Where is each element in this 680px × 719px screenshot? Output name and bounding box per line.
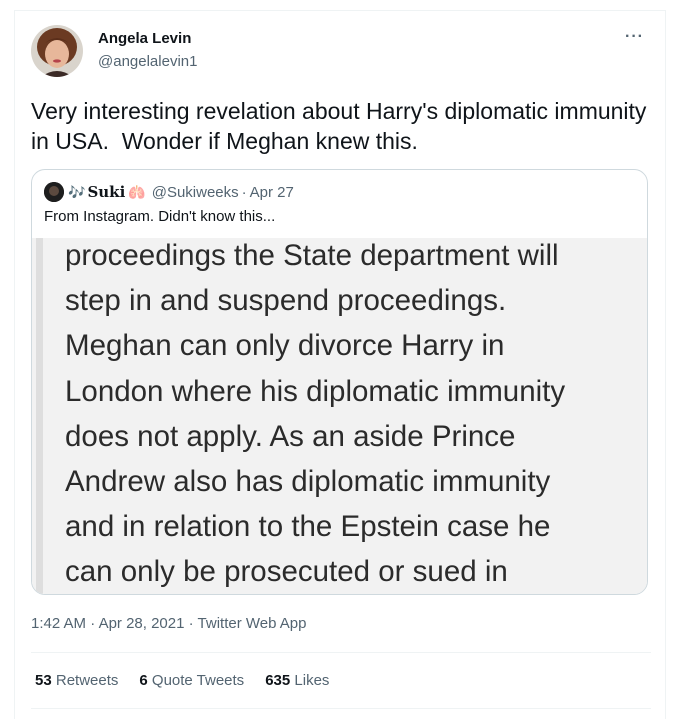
- quoted-avatar[interactable]: [44, 182, 64, 202]
- likes-label: Likes: [294, 672, 330, 689]
- quoted-author-name[interactable]: Suki: [87, 183, 125, 201]
- lungs-icon: 🫁: [128, 183, 146, 200]
- image-text-line: step in and suspend proceedings.: [65, 284, 507, 318]
- image-text-line: Andrew also has diplomatic immunity: [65, 465, 551, 499]
- avatar[interactable]: [31, 25, 83, 77]
- quote-tweets-stat[interactable]: 6 Quote Tweets: [139, 672, 244, 689]
- quoted-tweet[interactable]: 🎶 Suki 🫁 @Sukiweeks · Apr 27 From Instag…: [31, 169, 648, 595]
- author-name[interactable]: Angela Levin: [98, 30, 191, 47]
- author-handle[interactable]: @angelalevin1: [98, 53, 197, 70]
- meta-separator: ·: [86, 615, 99, 632]
- quoted-avatar-image: [44, 182, 64, 202]
- image-text-block: proceedings the State department will st…: [65, 238, 635, 594]
- tweet-date-link[interactable]: Apr 28, 2021: [99, 615, 185, 632]
- likes-stat[interactable]: 635 Likes: [265, 672, 329, 689]
- quoted-date[interactable]: Apr 27: [250, 184, 294, 201]
- tweet-timestamp: 1:42 AM · Apr 28, 2021 · Twitter Web App: [31, 615, 306, 632]
- divider: [31, 708, 651, 709]
- tweet-time-link[interactable]: 1:42 AM: [31, 615, 86, 632]
- meta-separator: ·: [184, 615, 198, 632]
- image-text-line: proceedings the State department will: [65, 239, 559, 272]
- tweet-card: Angela Levin @angelalevin1 ··· Very inte…: [14, 10, 666, 719]
- quoted-image[interactable]: proceedings the State department will st…: [32, 238, 647, 594]
- retweets-count: 53: [35, 672, 52, 689]
- tweet-text: Very interesting revelation about Harry'…: [31, 98, 653, 154]
- image-text-line: can only be prosecuted or sued in: [65, 555, 508, 589]
- more-options-icon[interactable]: ···: [625, 28, 644, 46]
- quoted-tweet-header: 🎶 Suki 🫁 @Sukiweeks · Apr 27: [44, 182, 294, 202]
- retweets-label: Retweets: [55, 672, 119, 689]
- likes-count: 635: [265, 672, 291, 689]
- divider: [31, 652, 651, 653]
- engagement-stats: 53 Retweets 6 Quote Tweets 635 Likes: [35, 672, 350, 689]
- quote-tweets-label: Quote Tweets: [151, 672, 245, 689]
- avatar-image: [31, 25, 83, 77]
- image-quote-bar: [36, 238, 43, 594]
- music-note-icon: 🎶: [68, 183, 86, 200]
- tweet-source-link[interactable]: Twitter Web App: [198, 615, 307, 632]
- image-text-line: does not apply. As an aside Prince: [65, 419, 516, 453]
- retweets-stat[interactable]: 53 Retweets: [35, 672, 118, 689]
- quoted-tweet-text: From Instagram. Didn't know this...: [44, 208, 276, 225]
- image-text-line: Meghan can only divorce Harry in: [65, 329, 505, 363]
- separator-dot: ·: [241, 183, 247, 201]
- quoted-author-handle: @Sukiweeks: [151, 183, 239, 201]
- image-text-line: and in relation to the Epstein case he: [65, 510, 551, 544]
- image-text-line: London where his diplomatic immunity: [65, 374, 566, 408]
- quote-tweets-count: 6: [139, 672, 148, 689]
